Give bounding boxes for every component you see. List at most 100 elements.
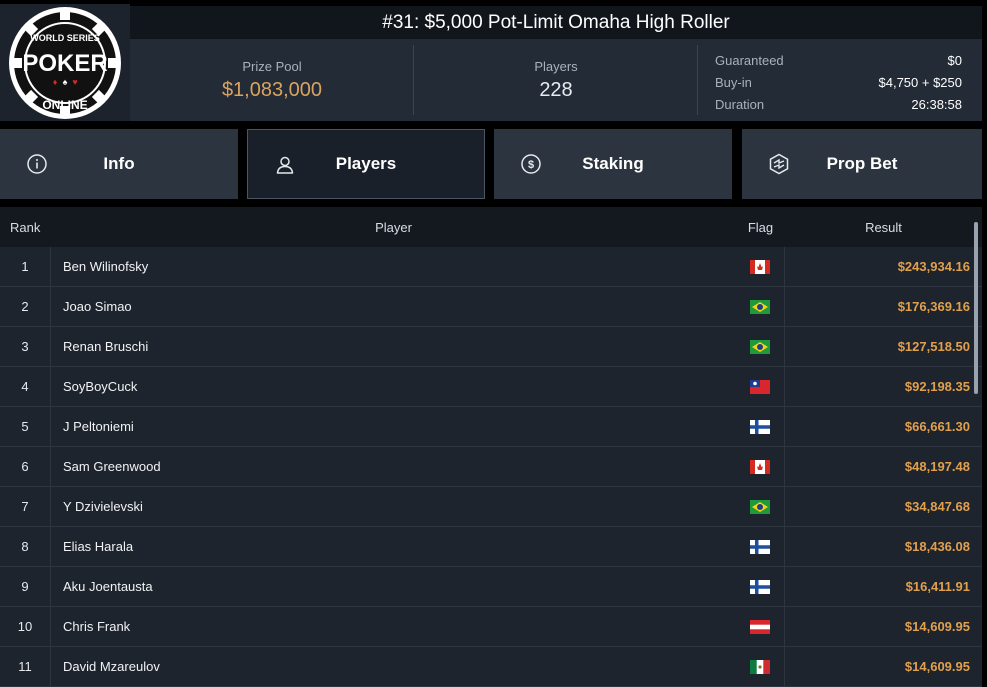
player-name[interactable]: Aku Joentausta — [51, 579, 736, 594]
svg-text:$: $ — [528, 159, 534, 171]
guaranteed-label: Guaranteed — [715, 53, 784, 68]
table-scrollbar[interactable] — [974, 222, 978, 394]
player-name[interactable]: J Peltoniemi — [51, 419, 736, 434]
result-cell: $34,847.68 — [904, 499, 970, 514]
tournament-header: WORLD SERIES POKER ♦ ♠ ♥ ONLINE #31: $5,… — [0, 0, 987, 121]
brazil-flag-icon — [750, 339, 770, 354]
flag-cell — [736, 286, 785, 327]
table-row[interactable]: 2 Joao Simao $176,369.16 — [0, 286, 982, 327]
tab-staking[interactable]: $ Staking — [494, 129, 732, 199]
result-column-header[interactable]: Result — [785, 220, 982, 235]
buyin-row: Buy-in $4,750 + $250 — [715, 72, 962, 94]
flag-column-header[interactable]: Flag — [736, 220, 785, 235]
wsop-online-logo: WORLD SERIES POKER ♦ ♠ ♥ ONLINE — [0, 4, 130, 121]
duration-row: Duration 26:38:58 — [715, 94, 962, 116]
table-row[interactable]: 6 Sam Greenwood $48,197.48 — [0, 446, 982, 487]
canada-flag-icon — [750, 259, 770, 274]
player-name[interactable]: David Mzareulov — [51, 659, 736, 674]
flag-cell — [736, 606, 785, 647]
result-cell: $176,369.16 — [897, 299, 970, 314]
prize-pool-stat: Prize Pool $1,083,000 — [130, 39, 414, 121]
finland-flag-icon — [750, 579, 770, 594]
result-cell: $48,197.48 — [904, 459, 970, 474]
duration-value: 26:38:58 — [911, 97, 962, 112]
players-value: 228 — [539, 78, 573, 101]
table-row[interactable]: 1 Ben Wilinofsky $243,934.16 — [0, 246, 982, 287]
info-icon — [27, 154, 47, 174]
rank-cell: 8 — [0, 526, 51, 567]
players-stat: Players 228 — [414, 39, 698, 121]
table-row[interactable]: 5J Peltoniemi $66,661.30 — [0, 406, 982, 447]
player-name[interactable]: Chris Frank — [51, 619, 736, 634]
flag-cell — [736, 246, 785, 287]
table-row[interactable]: 9 Aku Joentausta $16,411.91 — [0, 566, 982, 607]
tab-prop-bet[interactable]: Prop Bet — [742, 129, 982, 199]
table-row[interactable]: 11 David Mzareulov $14,609.95 — [0, 646, 982, 687]
rank-cell: 4 — [0, 366, 51, 407]
rank-cell: 6 — [0, 446, 51, 487]
flag-cell — [736, 406, 785, 447]
finland-flag-icon — [750, 419, 770, 434]
result-cell: $16,411.91 — [905, 579, 970, 594]
guaranteed-value: $0 — [947, 53, 962, 68]
logo-line-3: ONLINE — [42, 98, 87, 112]
prize-pool-label: Prize Pool — [242, 58, 302, 74]
buyin-value: $4,750 + $250 — [878, 75, 963, 90]
table-body: 1 Ben Wilinofsky $243,934.16 2 Joao Simao $17… — [0, 246, 982, 687]
players-label: Players — [534, 58, 578, 74]
table-row[interactable]: 10 Chris Frank $14,609.95 — [0, 606, 982, 647]
result-cell: $14,609.95 — [904, 659, 970, 674]
flag-cell — [736, 566, 785, 607]
brazil-flag-icon — [750, 299, 770, 314]
player-name[interactable]: Ben Wilinofsky — [51, 259, 736, 274]
player-column-header[interactable]: Player — [51, 220, 736, 235]
result-cell: $66,661.30 — [904, 419, 970, 434]
result-cell: $92,198.35 — [904, 379, 970, 394]
rank-cell: 9 — [0, 566, 51, 607]
tournament-stats: Prize Pool $1,083,000 Players 228 Guaran… — [130, 39, 982, 121]
table-row[interactable]: 4 SoyBoyCuck $92,198.35 — [0, 366, 982, 407]
player-name[interactable]: Renan Bruschi — [51, 339, 736, 354]
player-name[interactable]: Joao Simao — [51, 299, 736, 314]
rank-cell: 3 — [0, 326, 51, 367]
rank-cell: 11 — [0, 646, 51, 687]
dollar-icon: $ — [521, 154, 541, 174]
flag-cell — [736, 646, 785, 687]
result-cell: $127,518.50 — [897, 339, 970, 354]
flag-cell — [736, 526, 785, 567]
taiwan-flag-icon — [750, 379, 770, 394]
tab-players[interactable]: Players — [247, 129, 485, 199]
svg-text:♥: ♥ — [72, 77, 77, 87]
table-row[interactable]: 7Y Dzivielevski $34,847.68 — [0, 486, 982, 527]
user-icon — [276, 156, 294, 174]
player-name[interactable]: Sam Greenwood — [51, 459, 736, 474]
tournament-title: #31: $5,000 Pot-Limit Omaha High Roller — [130, 6, 982, 39]
flag-cell — [736, 446, 785, 487]
table-row[interactable]: 8 Elias Harala $18,436.08 — [0, 526, 982, 567]
canada-flag-icon — [750, 459, 770, 474]
finland-flag-icon — [750, 539, 770, 554]
rank-cell: 7 — [0, 486, 51, 527]
mexico-flag-icon — [750, 659, 770, 674]
flag-cell — [736, 486, 785, 527]
player-name[interactable]: SoyBoyCuck — [51, 379, 736, 394]
result-cell: $243,934.16 — [897, 259, 970, 274]
player-name[interactable]: Elias Harala — [51, 539, 736, 554]
tab-info[interactable]: Info — [0, 129, 238, 199]
buyin-label: Buy-in — [715, 75, 752, 90]
player-name[interactable]: Y Dzivielevski — [51, 499, 736, 514]
result-cell: $18,436.08 — [904, 539, 970, 554]
guaranteed-row: Guaranteed $0 — [715, 50, 962, 72]
poker-chip-logo-icon: WORLD SERIES POKER ♦ ♠ ♥ ONLINE — [9, 6, 121, 119]
logo-line-2: POKER — [22, 50, 107, 77]
svg-text:♦: ♦ — [53, 77, 58, 87]
prop-bet-icon — [769, 153, 789, 175]
table-header: Rank Player Flag Result — [0, 207, 982, 247]
table-row[interactable]: 3 Renan Bruschi $127,518.50 — [0, 326, 982, 367]
rank-column-header[interactable]: Rank — [0, 220, 51, 235]
logo-line-1: WORLD SERIES — [30, 33, 100, 43]
players-table: Rank Player Flag Result 1 Ben Wilinofsky $… — [0, 207, 982, 687]
prize-pool-value: $1,083,000 — [221, 78, 323, 101]
austria-flag-icon — [750, 619, 770, 634]
flag-cell — [736, 366, 785, 407]
